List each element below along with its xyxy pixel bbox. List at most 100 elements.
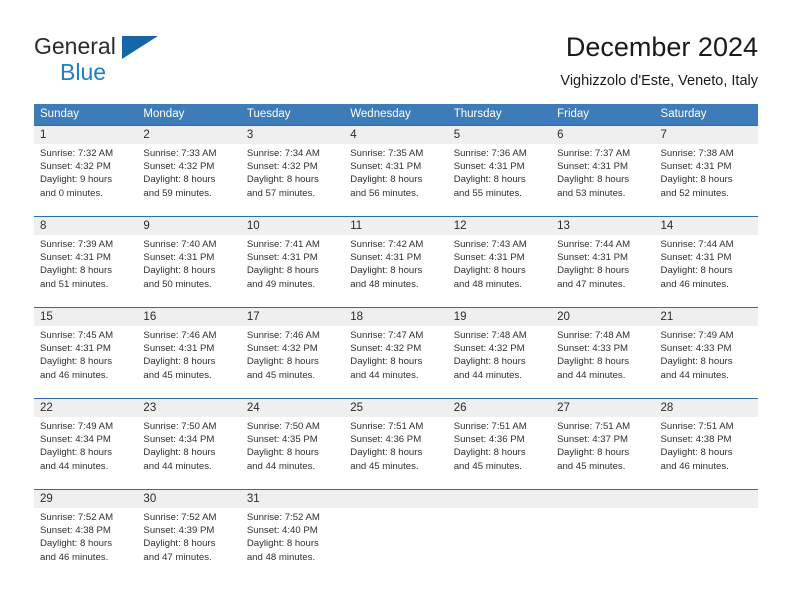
day-cell[interactable]: Sunrise: 7:48 AM Sunset: 4:32 PM Dayligh… <box>447 326 552 398</box>
generalblue-logo[interactable]: General Blue <box>34 33 194 85</box>
sunset-text: Sunset: 4:31 PM <box>453 161 525 173</box>
week-date-band: 15 16 17 18 19 20 21 <box>34 308 758 326</box>
day-cell[interactable]: Sunrise: 7:45 AM Sunset: 4:31 PM Dayligh… <box>34 326 138 398</box>
day-cell[interactable]: Sunrise: 7:39 AM Sunset: 4:31 PM Dayligh… <box>34 235 138 307</box>
weekday-friday: Friday <box>557 108 590 120</box>
day-cell[interactable]: Sunrise: 7:35 AM Sunset: 4:31 PM Dayligh… <box>344 144 448 216</box>
sunrise-text: Sunrise: 7:41 AM <box>246 239 320 250</box>
sunrise-text: Sunrise: 7:51 AM <box>557 421 631 432</box>
daylight-text-line1: Daylight: 8 hours <box>143 174 216 186</box>
weekday-tuesday: Tuesday <box>246 108 291 120</box>
sunrise-text: Sunrise: 7:49 AM <box>660 330 734 341</box>
sunset-text: Sunset: 4:34 PM <box>143 434 215 446</box>
calendar-page: General Blue December 2024 Vighizzolo d'… <box>0 0 792 612</box>
day-cell[interactable]: Sunrise: 7:49 AM Sunset: 4:33 PM Dayligh… <box>654 326 758 398</box>
daylight-text-line2: and 55 minutes. <box>453 187 522 199</box>
day-cell[interactable]: Sunrise: 7:47 AM Sunset: 4:32 PM Dayligh… <box>344 326 448 398</box>
day-cell[interactable]: Sunrise: 7:52 AM Sunset: 4:39 PM Dayligh… <box>137 508 241 580</box>
sunset-text: Sunset: 4:31 PM <box>660 252 732 264</box>
daylight-text-line2: and 57 minutes. <box>246 187 316 199</box>
weekday-thursday: Thursday <box>453 108 502 120</box>
day-cell[interactable]: Sunrise: 7:42 AM Sunset: 4:31 PM Dayligh… <box>344 235 448 307</box>
sunrise-text: Sunrise: 7:48 AM <box>453 330 527 341</box>
sunset-text: Sunset: 4:31 PM <box>350 252 422 264</box>
daylight-text-line2: and 44 minutes. <box>660 369 729 381</box>
sunrise-text: Sunrise: 7:33 AM <box>143 148 217 159</box>
day-number: 2 <box>143 129 150 141</box>
sunrise-text: Sunrise: 7:36 AM <box>453 148 527 159</box>
sunrise-text: Sunrise: 7:51 AM <box>453 421 527 432</box>
day-cell[interactable]: Sunrise: 7:46 AM Sunset: 4:32 PM Dayligh… <box>240 326 345 398</box>
day-cell[interactable]: Sunrise: 7:37 AM Sunset: 4:31 PM Dayligh… <box>551 144 655 216</box>
sunrise-text: Sunrise: 7:48 AM <box>557 330 631 341</box>
day-cell[interactable]: Sunrise: 7:38 AM Sunset: 4:31 PM Dayligh… <box>654 144 758 216</box>
daylight-text-line1: Daylight: 8 hours <box>350 447 423 459</box>
day-cell[interactable]: Sunrise: 7:44 AM Sunset: 4:31 PM Dayligh… <box>654 235 758 307</box>
week-row: 8 9 10 11 12 13 14 Sunrise: 7:39 AM Suns… <box>34 216 758 307</box>
daylight-text-line2: and 44 minutes. <box>40 460 109 472</box>
day-cell[interactable]: Sunrise: 7:36 AM Sunset: 4:31 PM Dayligh… <box>447 144 552 216</box>
day-cell[interactable]: Sunrise: 7:44 AM Sunset: 4:31 PM Dayligh… <box>551 235 655 307</box>
day-cell[interactable]: Sunrise: 7:51 AM Sunset: 4:36 PM Dayligh… <box>344 417 448 489</box>
sunset-text: Sunset: 4:31 PM <box>40 343 111 355</box>
day-cell[interactable]: Sunrise: 7:32 AM Sunset: 4:32 PM Dayligh… <box>34 144 138 216</box>
daylight-text-line1: Daylight: 8 hours <box>453 174 526 186</box>
day-cell[interactable]: Sunrise: 7:34 AM Sunset: 4:32 PM Dayligh… <box>240 144 345 216</box>
day-cell[interactable]: Sunrise: 7:46 AM Sunset: 4:31 PM Dayligh… <box>137 326 241 398</box>
day-cell[interactable]: Sunrise: 7:43 AM Sunset: 4:31 PM Dayligh… <box>447 235 552 307</box>
daylight-text-line2: and 59 minutes. <box>143 187 212 199</box>
daylight-text-line2: and 46 minutes. <box>660 460 729 472</box>
day-cell[interactable]: Sunrise: 7:50 AM Sunset: 4:34 PM Dayligh… <box>137 417 241 489</box>
week-body: Sunrise: 7:52 AM Sunset: 4:38 PM Dayligh… <box>34 508 758 580</box>
day-cell[interactable]: Sunrise: 7:51 AM Sunset: 4:37 PM Dayligh… <box>551 417 655 489</box>
day-number: 12 <box>453 220 467 232</box>
sunrise-text: Sunrise: 7:44 AM <box>557 239 631 250</box>
sunrise-text: Sunrise: 7:47 AM <box>350 330 424 341</box>
daylight-text-line1: Daylight: 8 hours <box>557 447 630 459</box>
daylight-text-line1: Daylight: 8 hours <box>557 174 630 186</box>
week-body: Sunrise: 7:49 AM Sunset: 4:34 PM Dayligh… <box>34 417 758 489</box>
sunset-text: Sunset: 4:39 PM <box>143 525 215 537</box>
weekday-monday: Monday <box>143 108 185 120</box>
daylight-text-line2: and 44 minutes. <box>246 460 316 472</box>
sunrise-text: Sunrise: 7:46 AM <box>143 330 217 341</box>
day-cell[interactable]: Sunrise: 7:48 AM Sunset: 4:33 PM Dayligh… <box>551 326 655 398</box>
sunrise-text: Sunrise: 7:46 AM <box>246 330 320 341</box>
sunset-text: Sunset: 4:31 PM <box>246 252 318 264</box>
day-cell-empty <box>447 508 552 580</box>
sunrise-text: Sunrise: 7:50 AM <box>246 421 320 432</box>
day-cell[interactable]: Sunrise: 7:33 AM Sunset: 4:32 PM Dayligh… <box>137 144 241 216</box>
day-cell[interactable]: Sunrise: 7:50 AM Sunset: 4:35 PM Dayligh… <box>240 417 345 489</box>
daylight-text-line1: Daylight: 8 hours <box>660 447 733 459</box>
day-cell[interactable]: Sunrise: 7:41 AM Sunset: 4:31 PM Dayligh… <box>240 235 345 307</box>
day-number: 13 <box>557 220 570 232</box>
daylight-text-line1: Daylight: 8 hours <box>246 356 319 368</box>
day-cell[interactable]: Sunrise: 7:52 AM Sunset: 4:38 PM Dayligh… <box>34 508 138 580</box>
daylight-text-line2: and 48 minutes. <box>453 278 522 290</box>
week-row: 22 23 24 25 26 27 28 Sunrise: 7:49 AM Su… <box>34 398 758 489</box>
day-number: 16 <box>143 311 157 323</box>
day-cell[interactable]: Sunrise: 7:49 AM Sunset: 4:34 PM Dayligh… <box>34 417 138 489</box>
daylight-text-line2: and 56 minutes. <box>350 187 419 199</box>
sunrise-text: Sunrise: 7:38 AM <box>660 148 734 159</box>
day-number-empty <box>551 490 654 508</box>
sunrise-text: Sunrise: 7:45 AM <box>40 330 114 341</box>
sunset-text: Sunset: 4:32 PM <box>40 161 111 173</box>
weekday-sunday: Sunday <box>40 108 80 120</box>
day-cell[interactable]: Sunrise: 7:51 AM Sunset: 4:36 PM Dayligh… <box>447 417 552 489</box>
sunset-text: Sunset: 4:32 PM <box>453 343 525 355</box>
day-number: 28 <box>660 402 674 414</box>
day-cell-empty <box>551 508 655 580</box>
sunrise-text: Sunrise: 7:43 AM <box>453 239 527 250</box>
daylight-text-line1: Daylight: 8 hours <box>660 174 733 186</box>
day-cell[interactable]: Sunrise: 7:52 AM Sunset: 4:40 PM Dayligh… <box>240 508 345 580</box>
sunset-text: Sunset: 4:38 PM <box>40 525 111 537</box>
day-cell[interactable]: Sunrise: 7:40 AM Sunset: 4:31 PM Dayligh… <box>137 235 241 307</box>
sunset-text: Sunset: 4:38 PM <box>660 434 732 446</box>
daylight-text-line1: Daylight: 8 hours <box>143 356 216 368</box>
daylight-text-line1: Daylight: 8 hours <box>246 538 319 550</box>
day-cell[interactable]: Sunrise: 7:51 AM Sunset: 4:38 PM Dayligh… <box>654 417 758 489</box>
daylight-text-line1: Daylight: 8 hours <box>453 447 526 459</box>
sunset-text: Sunset: 4:31 PM <box>660 161 732 173</box>
title-block: December 2024 Vighizzolo d'Este, Veneto,… <box>238 30 758 92</box>
